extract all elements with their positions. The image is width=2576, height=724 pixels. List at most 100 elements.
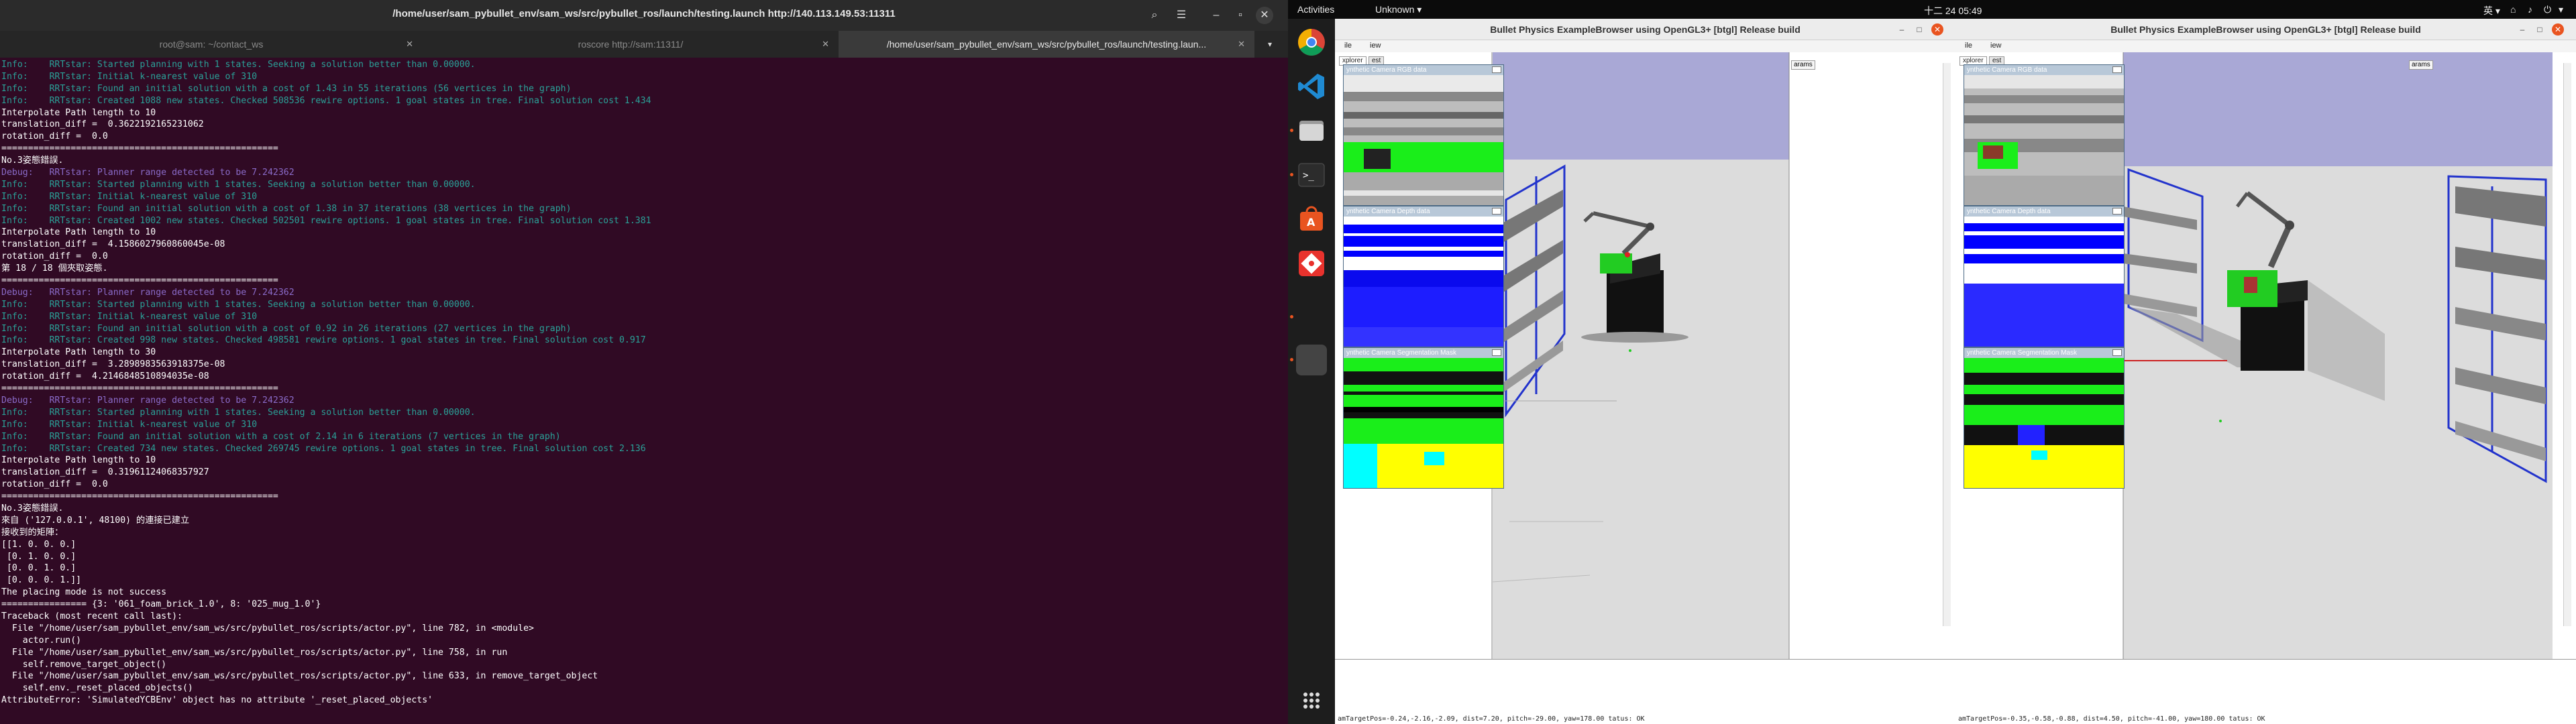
- hamburger-menu-icon[interactable]: ☰: [1173, 7, 1190, 24]
- 3d-viewport[interactable]: xplorer est arams ynthetic Camera RGB da…: [1335, 52, 1955, 659]
- camera-depth-panel[interactable]: ynthetic Camera Depth data: [1964, 206, 2125, 347]
- terminal-line: The placing mode is not success: [1, 587, 167, 598]
- panel-close-icon[interactable]: [1492, 349, 1501, 356]
- window-titlebar[interactable]: Bullet Physics ExampleBrowser using Open…: [1335, 19, 1955, 40]
- menu-bar: ile iew: [1955, 40, 2576, 52]
- camera-rgb-image: [1344, 75, 1503, 205]
- software-center-icon[interactable]: A: [1296, 204, 1327, 235]
- close-icon[interactable]: ✕: [2552, 23, 2564, 36]
- svg-text:A: A: [1307, 216, 1316, 229]
- files-icon[interactable]: [1296, 115, 1327, 146]
- camera-segmentation-label: ynthetic Camera Segmentation Mask: [1967, 349, 2077, 357]
- terminal-line: Info: RRTstar: Initial k-nearest value o…: [1, 311, 258, 322]
- minimize-icon[interactable]: –: [2516, 23, 2528, 36]
- input-method-indicator[interactable]: 英 ▾: [2483, 4, 2500, 17]
- menu-file[interactable]: ile: [1344, 42, 1352, 50]
- close-icon[interactable]: ✕: [406, 31, 413, 58]
- camera-rgb-panel[interactable]: ynthetic Camera RGB data: [1964, 64, 2125, 206]
- maximize-icon[interactable]: □: [2534, 23, 2546, 36]
- bullet-browser-window-right[interactable]: Bullet Physics ExampleBrowser using Open…: [1955, 19, 2576, 724]
- terminal-line: Debug: RRTstar: Planner range detected t…: [1, 287, 294, 298]
- terminal-line: Interpolate Path length to 30: [1, 347, 156, 358]
- terminal-line: Interpolate Path length to 10: [1, 455, 156, 466]
- close-icon[interactable]: ✕: [1931, 23, 1943, 36]
- terminal-line: self.remove_target_object(): [1, 659, 167, 670]
- panel-close-icon[interactable]: [2112, 208, 2122, 215]
- app-menu[interactable]: Unknown ▾: [1375, 4, 1421, 15]
- maximize-icon[interactable]: □: [1913, 23, 1925, 36]
- chrome-icon[interactable]: [1296, 27, 1327, 58]
- clock[interactable]: 十二 24 05:49: [1924, 4, 1982, 17]
- camera-depth-label: ynthetic Camera Depth data: [1346, 208, 1430, 215]
- network-icon[interactable]: ⌂: [2510, 4, 2516, 15]
- status-bar: amTargetPos=-0.35,-0.58,-0.88, dist=4.50…: [1958, 715, 2265, 723]
- tab-roscore[interactable]: roscore http://sam:11311/ ✕: [423, 31, 839, 58]
- vscode-icon[interactable]: [1296, 71, 1327, 102]
- terminal-tab-bar: root@sam: ~/contact_ws ✕ roscore http://…: [0, 31, 1288, 58]
- top-panel: Activities Unknown ▾ 十二 24 05:49 英 ▾ ⌂ ♪…: [1288, 0, 2576, 19]
- volume-icon[interactable]: ♪: [2528, 4, 2532, 15]
- svg-text:>_: >_: [1303, 170, 1314, 181]
- search-icon[interactable]: ⌕: [1146, 7, 1163, 24]
- terminal-line: ========================================…: [1, 383, 278, 394]
- menu-view[interactable]: iew: [1990, 42, 2002, 50]
- params-tab[interactable]: arams: [1791, 60, 1815, 70]
- system-menu-icon[interactable]: ▾: [2559, 4, 2563, 15]
- panel-close-icon[interactable]: [1492, 66, 1501, 73]
- window-title: Bullet Physics ExampleBrowser using Open…: [2110, 24, 2421, 35]
- terminal-icon[interactable]: >_: [1296, 160, 1327, 190]
- scrollbar[interactable]: [1943, 63, 1951, 626]
- scrollbar[interactable]: [2563, 63, 2571, 626]
- terminal-line: Info: RRTstar: Created 1002 new states. …: [1, 215, 651, 226]
- terminal-line: Info: RRTstar: Started planning with 1 s…: [1, 407, 476, 418]
- tab-contact-ws[interactable]: root@sam: ~/contact_ws ✕: [0, 31, 423, 58]
- 3d-viewport[interactable]: xplorer est arams ynthetic Camera RGB da…: [1955, 52, 2576, 659]
- camera-depth-image: [1964, 217, 2124, 347]
- minimize-icon[interactable]: –: [1896, 23, 1908, 36]
- close-icon[interactable]: ✕: [822, 31, 829, 58]
- terminal-output[interactable]: Info: RRTstar: Started planning with 1 s…: [1, 59, 1283, 724]
- camera-segmentation-label: ynthetic Camera Segmentation Mask: [1346, 349, 1456, 357]
- bullet-browser-window-left[interactable]: Bullet Physics ExampleBrowser using Open…: [1335, 19, 1955, 724]
- terminal-line: File "/home/user/sam_pybullet_env/sam_ws…: [1, 671, 598, 682]
- panel-close-icon[interactable]: [2112, 349, 2122, 356]
- show-apps-icon[interactable]: [1296, 685, 1327, 716]
- terminal-line: Traceback (most recent call last):: [1, 611, 182, 621]
- close-icon[interactable]: ✕: [1238, 31, 1245, 58]
- tab-overflow-icon[interactable]: ▾: [1261, 36, 1279, 53]
- terminal-line: actor.run(): [1, 635, 82, 646]
- git-icon[interactable]: [1296, 248, 1327, 279]
- menu-bar: ile iew: [1335, 40, 1955, 52]
- minimize-icon[interactable]: –: [1208, 7, 1225, 24]
- menu-file[interactable]: ile: [1965, 42, 1972, 50]
- menu-view[interactable]: iew: [1370, 42, 1381, 50]
- camera-rgb-panel[interactable]: ynthetic Camera RGB data: [1343, 64, 1504, 206]
- active-window-icon[interactable]: [1296, 345, 1327, 375]
- power-icon[interactable]: ⏻: [2544, 4, 2551, 15]
- maximize-icon[interactable]: ▫: [1232, 7, 1249, 24]
- camera-segmentation-panel[interactable]: ynthetic Camera Segmentation Mask: [1964, 347, 2125, 489]
- terminal-line: Debug: RRTstar: Planner range detected t…: [1, 395, 294, 406]
- terminal-titlebar[interactable]: /home/user/sam_pybullet_env/sam_ws/src/p…: [0, 0, 1288, 31]
- activities-button[interactable]: Activities: [1297, 4, 1334, 15]
- terminal-line: 第 18 / 18 個夾取姿態.: [1, 263, 108, 274]
- camera-depth-panel[interactable]: ynthetic Camera Depth data: [1343, 206, 1504, 347]
- terminal-window[interactable]: /home/user/sam_pybullet_env/sam_ws/src/p…: [0, 0, 1288, 724]
- terminal-line: [[1. 0. 0. 0.]: [1, 539, 76, 550]
- params-tab[interactable]: arams: [2409, 60, 2433, 70]
- terminal-line: [0. 0. 0. 1.]]: [1, 575, 82, 586]
- terminal-line: [0. 0. 1. 0.]: [1, 563, 76, 574]
- terminal-line: File "/home/user/sam_pybullet_env/sam_ws…: [1, 623, 534, 634]
- terminal-line: 來自 ('127.0.0.1', 48100) 的連接已建立: [1, 515, 190, 526]
- window-title: Bullet Physics ExampleBrowser using Open…: [1490, 24, 1801, 35]
- terminal-line: File "/home/user/sam_pybullet_env/sam_ws…: [1, 647, 508, 658]
- panel-close-icon[interactable]: [1492, 208, 1501, 215]
- panel-close-icon[interactable]: [2112, 66, 2122, 73]
- terminal-line: Info: RRTstar: Created 998 new states. C…: [1, 335, 646, 346]
- window-titlebar[interactable]: Bullet Physics ExampleBrowser using Open…: [1955, 19, 2576, 40]
- tab-testing-launch[interactable]: /home/user/sam_pybullet_env/sam_ws/src/p…: [839, 31, 1254, 58]
- close-icon[interactable]: ✕: [1256, 7, 1273, 24]
- running-indicator: [1290, 315, 1293, 318]
- camera-segmentation-panel[interactable]: ynthetic Camera Segmentation Mask: [1343, 347, 1504, 489]
- terminal-line: translation_diff = 3.2898983563918375e-0…: [1, 359, 225, 370]
